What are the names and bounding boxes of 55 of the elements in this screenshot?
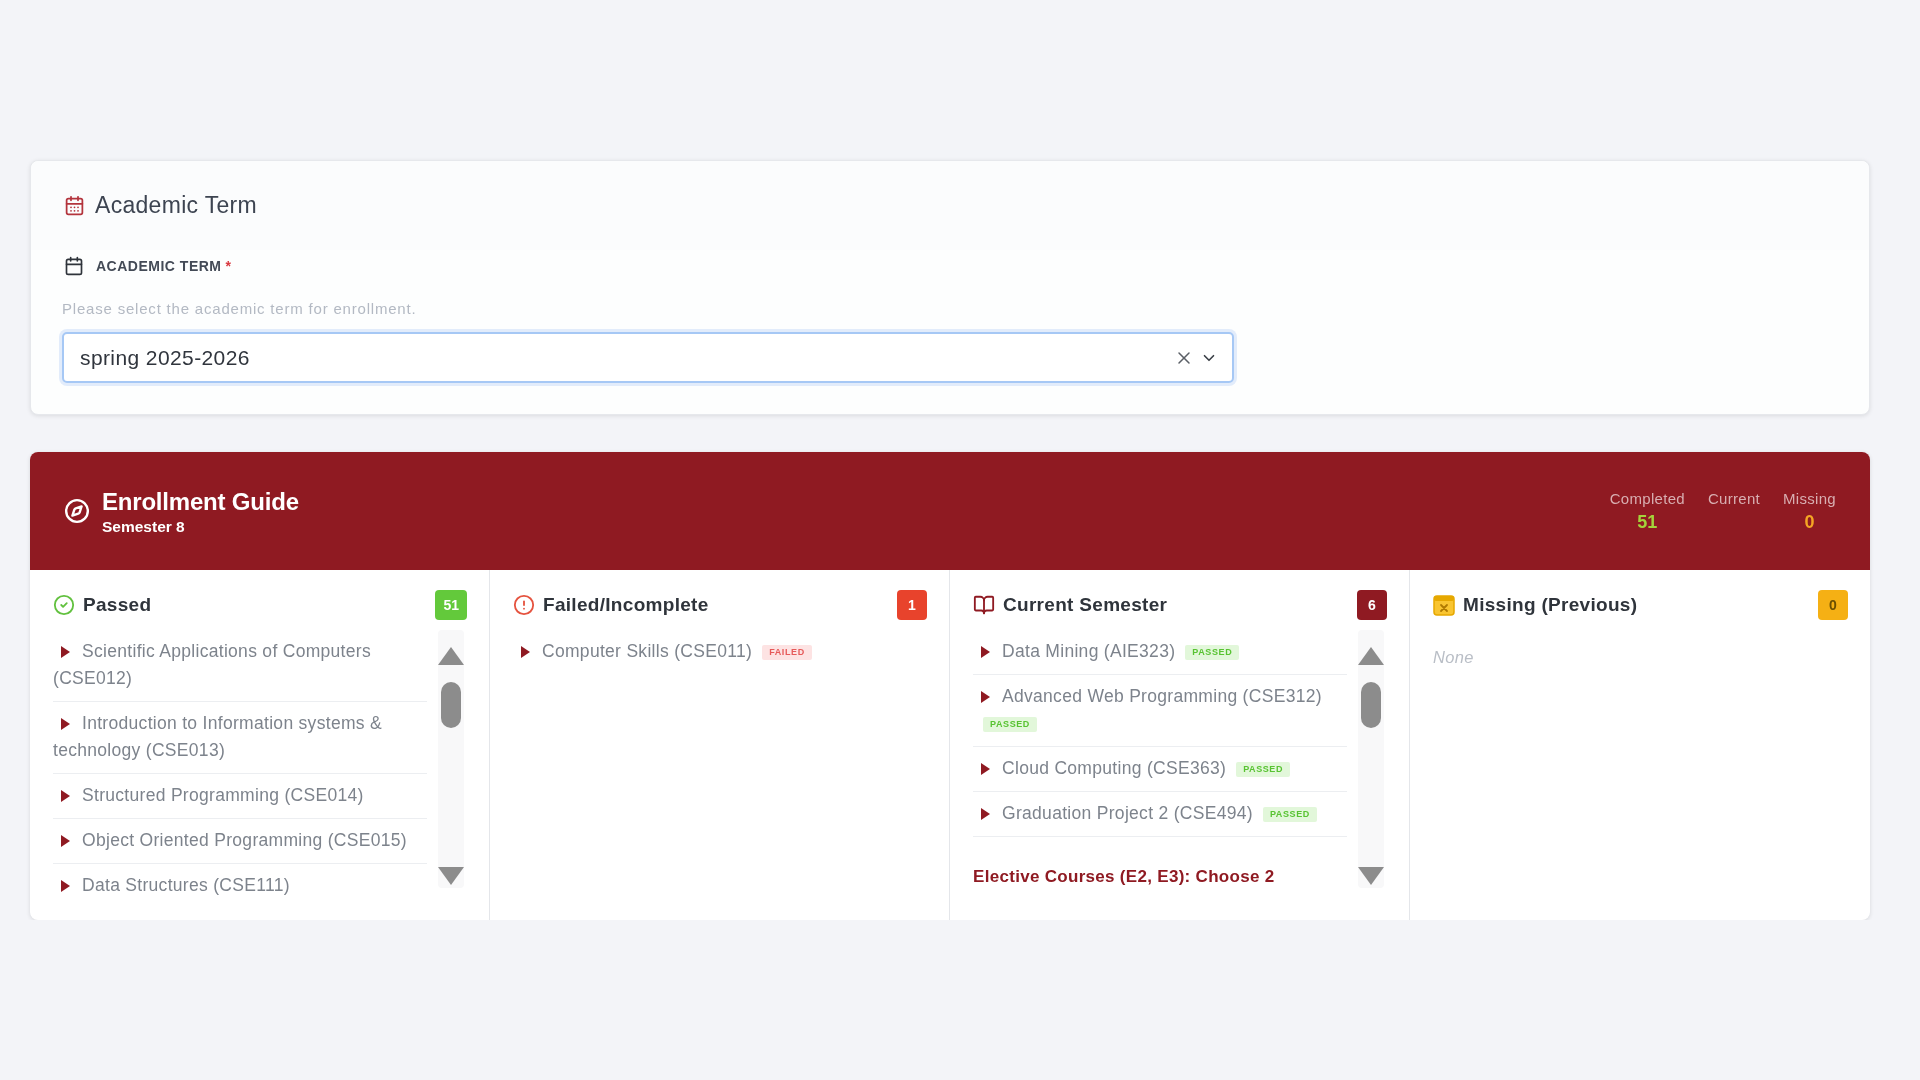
stat-value: 51 <box>1637 512 1658 532</box>
status-badge: PASSED <box>1236 762 1291 777</box>
term-select[interactable]: spring 2025-2026 <box>62 332 1234 383</box>
course-item[interactable]: Advanced Web Programming (CSE312) PASSED <box>973 675 1347 747</box>
course-item[interactable]: Graduation Project 2 (CSE494) PASSED <box>973 792 1347 837</box>
elective-note: Elective Courses (E2, E3): Choose 2 <box>973 867 1276 887</box>
field-hint: Please select the academic term for enrollment. <box>62 301 418 317</box>
caret-icon <box>981 808 990 820</box>
card-title: Academic Term <box>95 192 257 219</box>
count-badge: 6 <box>1357 590 1387 620</box>
count-badge: 1 <box>897 590 927 620</box>
stat-value: 0 <box>1804 512 1815 532</box>
count-badge: 51 <box>435 590 467 620</box>
column-title: Passed <box>83 594 152 616</box>
check-circle-icon <box>53 594 75 616</box>
course-item[interactable]: Scientific Applications of Computers (CSE012) <box>53 630 427 702</box>
caret-icon <box>521 646 530 658</box>
status-badge: PASSED <box>1185 645 1240 660</box>
caret-icon <box>61 790 70 802</box>
status-badge: PASSED <box>1262 807 1317 822</box>
required-mark: * <box>225 258 231 274</box>
column-title: Missing (Previous) <box>1463 594 1638 616</box>
course-item[interactable]: Object Oriented Programming (CSE015) <box>53 819 427 864</box>
alert-circle-icon <box>513 594 535 616</box>
status-badge: FAILED <box>762 645 812 660</box>
caret-icon <box>61 646 70 658</box>
compass-icon <box>64 498 90 524</box>
caret-icon <box>61 880 70 892</box>
field-label: ACADEMIC TERM <box>96 258 222 274</box>
book-icon <box>973 594 995 616</box>
course-item[interactable]: Cloud Computing (CSE363) PASSED <box>973 747 1347 792</box>
caret-icon <box>981 763 990 775</box>
course-item[interactable]: Data Mining (AIE323) PASSED <box>973 630 1347 675</box>
caret-icon <box>981 646 990 658</box>
empty-text: None <box>1433 647 1475 667</box>
guide-subtitle: Semester 8 <box>102 517 186 535</box>
caret-icon <box>61 835 70 847</box>
stat-label: Missing <box>1783 490 1836 507</box>
scrollbar[interactable] <box>435 630 467 888</box>
course-item[interactable]: Computer Skills (CSE011) FAILED <box>513 630 927 674</box>
calendar-icon <box>64 195 85 216</box>
calendar-x-icon <box>1433 594 1455 616</box>
scrollbar[interactable] <box>1355 630 1387 888</box>
course-item[interactable]: Introduction to Information systems & technology (CSE013) <box>53 702 427 774</box>
guide-title: Enrollment Guide <box>102 487 299 515</box>
calendar-icon <box>64 256 84 276</box>
caret-icon <box>981 691 990 703</box>
caret-icon <box>61 718 70 730</box>
status-badge: PASSED <box>983 717 1037 732</box>
course-item[interactable]: Structured Programming (CSE014) <box>53 774 427 819</box>
column-title: Current Semester <box>1003 594 1168 616</box>
count-badge: 0 <box>1818 590 1848 620</box>
stat-label: Completed <box>1609 490 1685 507</box>
column-title: Failed/Incomplete <box>543 594 709 616</box>
course-item[interactable]: Data Structures (CSE111) <box>53 864 427 908</box>
